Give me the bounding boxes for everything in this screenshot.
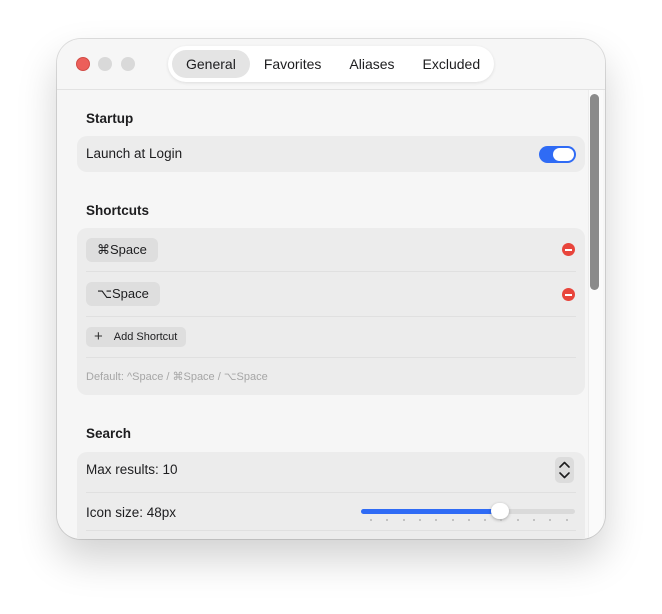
plus-icon: + — [94, 328, 103, 345]
search-card: Max results: 10 Icon size: 48px — [77, 452, 585, 539]
slider-tick — [565, 519, 568, 521]
minimize-window-button[interactable] — [98, 57, 112, 71]
tab-favorites[interactable]: Favorites — [250, 50, 336, 78]
slider-tick — [500, 519, 503, 521]
shortcut-item: ⌘Space — [86, 238, 158, 262]
slider-knob[interactable] — [491, 503, 509, 519]
slider-tick — [467, 519, 470, 521]
zoom-window-button[interactable] — [121, 57, 135, 71]
section-title-startup: Startup — [86, 111, 134, 126]
shortcut-item: ⌥Space — [86, 282, 160, 306]
slider-fill — [361, 509, 500, 514]
tab-general[interactable]: General — [172, 50, 250, 78]
scroll-thumb[interactable] — [590, 94, 599, 290]
divider — [86, 530, 576, 531]
section-title-search: Search — [86, 426, 132, 441]
slider-tick — [418, 519, 421, 521]
preferences-window: General Favorites Aliases Excluded Start… — [57, 39, 605, 539]
scrollbar[interactable] — [588, 90, 603, 539]
slider-tick — [533, 519, 535, 521]
remove-shortcut-icon[interactable] — [562, 243, 575, 256]
tab-aliases[interactable]: Aliases — [335, 50, 408, 78]
settings-content: Startup Launch at Login Shortcuts ⌘Space… — [57, 90, 605, 539]
startup-card: Launch at Login — [77, 136, 585, 172]
launch-at-login-label: Launch at Login — [86, 146, 183, 161]
max-results-label: Max results: 10 — [86, 462, 178, 477]
add-shortcut-button[interactable]: + Add Shortcut — [86, 327, 187, 347]
slider-tick — [549, 519, 552, 521]
launch-at-login-toggle[interactable] — [539, 146, 576, 163]
divider — [86, 492, 576, 493]
shortcuts-card: ⌘Space ⌥Space + Add Shortcut Default: ^S… — [77, 228, 585, 395]
divider — [86, 271, 576, 272]
add-shortcut-label: Add Shortcut — [113, 331, 178, 343]
slider-tick — [516, 519, 519, 521]
stepper-chevrons-icon — [559, 461, 570, 479]
titlebar: General Favorites Aliases Excluded — [57, 39, 605, 90]
toggle-knob — [553, 148, 574, 161]
default-shortcut-hint: Default: ^Space / ⌘Space / ⌥Space — [86, 371, 268, 383]
divider — [86, 357, 576, 358]
remove-shortcut-icon[interactable] — [562, 288, 575, 301]
icon-size-label: Icon size: 48px — [86, 505, 177, 520]
slider-tick — [386, 519, 389, 521]
slider-tick — [435, 519, 438, 521]
slider-tick — [402, 519, 405, 521]
tab-excluded[interactable]: Excluded — [409, 50, 495, 78]
max-results-stepper[interactable] — [555, 457, 574, 483]
divider — [86, 316, 576, 317]
close-window-button[interactable] — [76, 57, 90, 71]
slider-tick — [370, 519, 372, 521]
section-title-shortcuts: Shortcuts — [86, 203, 150, 218]
tab-bar: General Favorites Aliases Excluded — [168, 46, 494, 82]
slider-tick — [451, 519, 454, 521]
slider-tick — [484, 519, 487, 521]
icon-size-slider[interactable] — [361, 503, 575, 519]
